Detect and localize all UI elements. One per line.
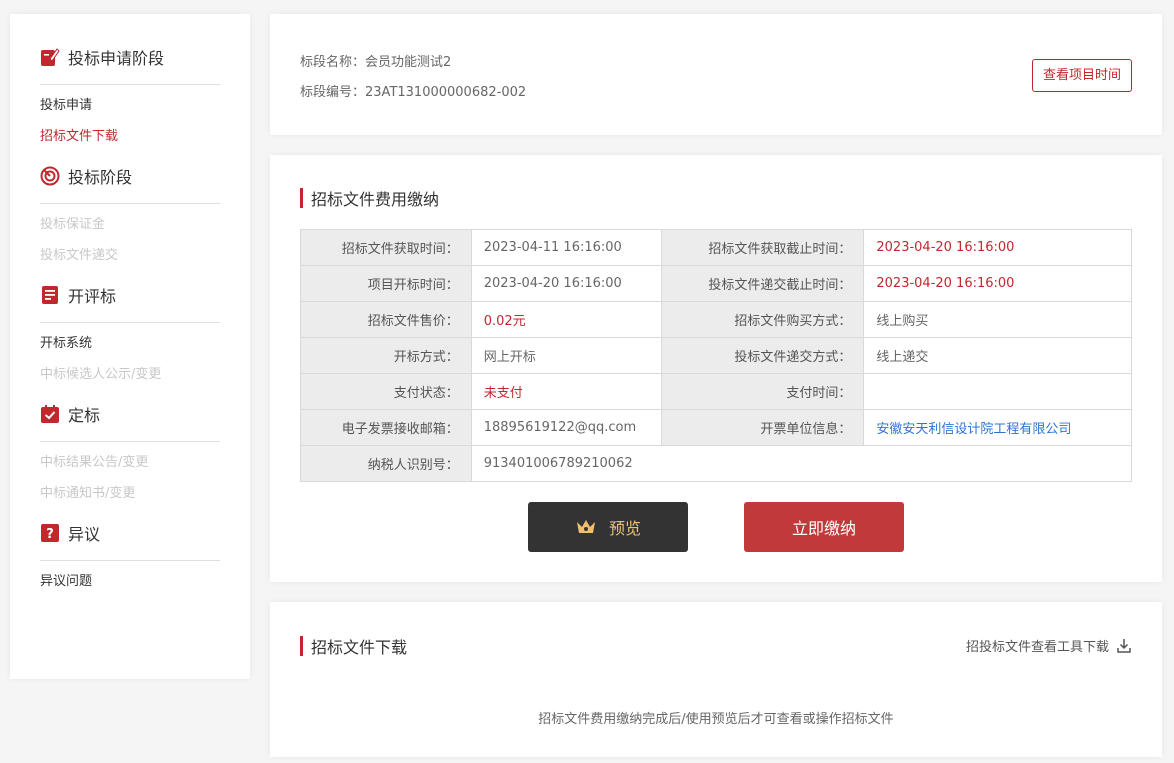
sidebar-divider <box>40 84 220 85</box>
edit-doc-icon <box>40 47 60 67</box>
pay-now-button[interactable]: 立即缴纳 <box>744 502 904 552</box>
sidebar-item[interactable]: 中标结果公告/变更 <box>40 452 220 483</box>
fee-cell-label: 纳税人识别号： <box>300 445 472 482</box>
fee-cell-value: 913401006789210062 <box>470 445 1133 482</box>
sidebar-item[interactable]: 中标候选人公示/变更 <box>40 364 220 395</box>
fee-cell-value[interactable]: 安徽安天利信设计院工程有限公司 <box>863 409 1132 446</box>
document-list-icon <box>40 285 60 305</box>
sidebar-item[interactable]: 投标保证金 <box>40 214 220 245</box>
sidebar-divider <box>40 560 220 561</box>
fee-cell-label: 项目开标时间： <box>300 265 472 302</box>
fee-cell-value: 2023-04-20 16:16:00 <box>863 265 1132 302</box>
fee-cell-value: 18895619122@qq.com <box>470 409 662 446</box>
sidebar-divider <box>40 322 220 323</box>
preview-button-label: 预览 <box>608 519 641 538</box>
fee-cell-label: 开票单位信息： <box>660 409 865 446</box>
fee-cell-label: 开标方式： <box>300 337 472 374</box>
document-download-card: 招标文件下载 招投标文件查看工具下载 招标文件费用缴纳完成后/使用预览后才可查看… <box>270 602 1162 757</box>
sidebar-section-title: 开评标 <box>68 287 117 306</box>
fee-cell-value: 线上购买 <box>863 301 1132 338</box>
fee-cell-label: 招标文件购买方式： <box>660 301 865 338</box>
sidebar-sections: 投标申请阶段 投标申请 招标文件下载 投标阶段 投标保证金 投标文件递交 开评标 开… <box>40 42 220 602</box>
section-code-value: 23AT131000000682-002 <box>365 85 527 100</box>
sidebar-section-2: 开评标 <box>40 280 220 310</box>
fee-cell-value: 网上开标 <box>470 337 662 374</box>
fee-table-row: 招标文件售价： 0.02元 招标文件购买方式： 线上购买 <box>300 301 1132 338</box>
sidebar-section-title: 投标申请阶段 <box>68 49 165 68</box>
fee-table-row: 支付状态： 未支付 支付时间： <box>300 373 1132 410</box>
fee-cell-label: 支付时间： <box>660 373 865 410</box>
section-code-line: 标段编号：23AT131000000682-002 <box>300 81 526 100</box>
sidebar-item[interactable]: 中标通知书/变更 <box>40 483 220 514</box>
download-icon <box>1116 638 1132 654</box>
fee-table-row: 开标方式： 网上开标 投标文件递交方式： 线上递交 <box>300 337 1132 374</box>
sidebar-section-title: 定标 <box>68 406 101 425</box>
preview-button[interactable]: 预览 <box>528 502 688 552</box>
fee-cell-value: 线上递交 <box>863 337 1132 374</box>
sidebar-item[interactable]: 异议问题 <box>40 571 220 602</box>
sidebar-item[interactable]: 招标文件下载 <box>40 126 220 157</box>
fee-cell-value: 2023-04-20 16:16:00 <box>470 265 662 302</box>
fee-cell-value: 2023-04-20 16:16:00 <box>863 229 1132 266</box>
section-code-label: 标段编号： <box>300 85 366 100</box>
fee-table-row: 纳税人识别号： 913401006789210062 <box>300 445 1133 482</box>
fee-cell-label: 招标文件获取时间： <box>300 229 472 266</box>
fee-table-row: 招标文件获取时间： 2023-04-11 16:16:00 招标文件获取截止时间： 2… <box>300 229 1132 266</box>
sidebar-item[interactable]: 投标申请 <box>40 95 220 126</box>
sidebar-item[interactable]: 投标文件递交 <box>40 245 220 276</box>
project-info-card: 标段名称：会员功能测试2 标段编号：23AT131000000682-002 查… <box>270 14 1162 135</box>
sidebar: 投标申请阶段 投标申请 招标文件下载 投标阶段 投标保证金 投标文件递交 开评标 开… <box>10 14 250 679</box>
view-project-time-button[interactable]: 查看项目时间 <box>1031 59 1132 92</box>
calendar-check-icon <box>40 404 60 424</box>
fee-cell-label: 投标文件递交截止时间： <box>660 265 865 302</box>
sidebar-divider <box>40 203 220 204</box>
section-name-line: 标段名称：会员功能测试2 <box>300 51 451 70</box>
target-icon <box>40 166 60 186</box>
sidebar-section-title: 异议 <box>68 525 101 544</box>
fee-cell-value: 未支付 <box>470 373 662 410</box>
sidebar-section-0: 投标申请阶段 <box>40 42 220 72</box>
download-card-title: 招标文件下载 <box>300 634 407 658</box>
fee-cell-label: 招标文件获取截止时间： <box>660 229 865 266</box>
viewer-tool-download-link[interactable]: 招投标文件查看工具下载 <box>966 636 1132 655</box>
sidebar-divider <box>40 441 220 442</box>
sidebar-section-title: 投标阶段 <box>68 168 133 187</box>
fee-cell-value: 0.02元 <box>470 301 662 338</box>
fee-cell-label: 招标文件售价： <box>300 301 472 338</box>
fee-cell-value <box>863 373 1132 410</box>
fee-card-title: 招标文件费用缴纳 <box>300 186 439 210</box>
fee-cell-label: 电子发票接收邮箱： <box>300 409 472 446</box>
svg-text:?: ? <box>46 527 54 542</box>
fee-payment-card: 招标文件费用缴纳 招标文件获取时间： 2023-04-11 16:16:00 招标文… <box>270 155 1162 582</box>
question-icon: ? <box>40 523 60 543</box>
fee-cell-value: 2023-04-11 16:16:00 <box>470 229 662 266</box>
sidebar-section-3: 定标 <box>40 399 220 429</box>
fee-table-row: 项目开标时间： 2023-04-20 16:16:00 投标文件递交截止时间： 202… <box>300 265 1132 302</box>
section-name-value: 会员功能测试2 <box>365 55 452 70</box>
crown-icon <box>575 518 597 536</box>
download-note: 招标文件费用缴纳完成后/使用预览后才可查看或操作招标文件 <box>538 712 894 727</box>
sidebar-section-4: ? 异议 <box>40 518 220 548</box>
section-name-label: 标段名称： <box>300 55 366 70</box>
fee-cell-label: 投标文件递交方式： <box>660 337 865 374</box>
sidebar-item[interactable]: 开标系统 <box>40 333 220 364</box>
sidebar-section-1: 投标阶段 <box>40 161 220 191</box>
fee-cell-label: 支付状态： <box>300 373 472 410</box>
fee-table-row: 电子发票接收邮箱： 18895619122@qq.com 开票单位信息： 安徽安天利信… <box>300 409 1132 446</box>
viewer-tool-download-label: 招投标文件查看工具下载 <box>965 640 1109 655</box>
fee-info-table: 招标文件获取时间： 2023-04-11 16:16:00 招标文件获取截止时间： 2… <box>300 229 1133 482</box>
